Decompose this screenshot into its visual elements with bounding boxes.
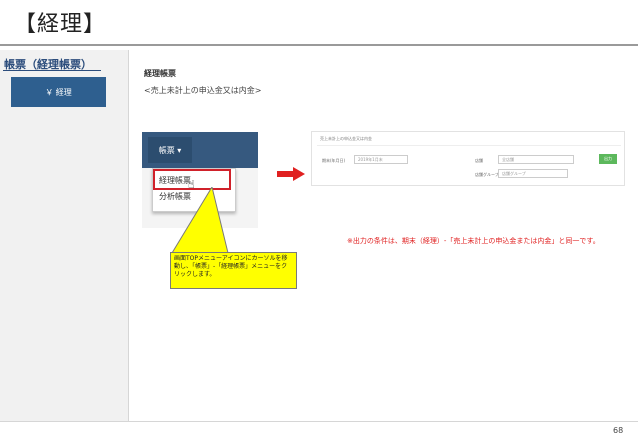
footer-divider: [0, 421, 638, 422]
store-select[interactable]: 全店舗: [498, 155, 574, 164]
period-end-label: 期末(年月日): [322, 158, 346, 163]
sidebar-heading-underline: [3, 70, 101, 71]
report-menu-button[interactable]: 帳票 ▾: [148, 137, 192, 163]
instruction-callout: 画面TOPメニューアイコンにカーソルを移動し、「帳票」-「経理帳票」メニューをク…: [170, 252, 297, 289]
form-divider: [317, 145, 621, 146]
nav-bar: 帳票 ▾: [142, 132, 258, 168]
callout-pointer: [171, 187, 229, 254]
report-form-screenshot: 売上未計上の申込金又は内金 期末(年月日) 2019年1月末 店舗 全店舗 店舗…: [311, 131, 625, 186]
sidebar: 帳票（経理帳票） ￥ 経理: [0, 50, 129, 421]
title-divider: [0, 44, 638, 46]
store-group-select[interactable]: 店舗グループ: [498, 169, 568, 178]
store-label: 店舗: [475, 158, 483, 163]
content-subheading: <売上未計上の申込金又は内金>: [144, 86, 262, 95]
right-arrow-icon: [277, 167, 305, 181]
page-number: 68: [613, 426, 624, 435]
slide-title: 【経理】: [14, 12, 107, 37]
form-title: 売上未計上の申込金又は内金: [320, 136, 372, 141]
output-button[interactable]: 出力: [599, 154, 617, 164]
period-end-field[interactable]: 2019年1月末: [354, 155, 408, 164]
content-heading: 経理帳票: [144, 69, 176, 78]
store-group-label: 店舗グループ: [475, 172, 499, 177]
accounting-button[interactable]: ￥ 経理: [11, 77, 106, 107]
condition-note: ※出力の条件は、期末（経理）-「売上未計上の申込金または内金」と同一です。: [347, 237, 600, 245]
